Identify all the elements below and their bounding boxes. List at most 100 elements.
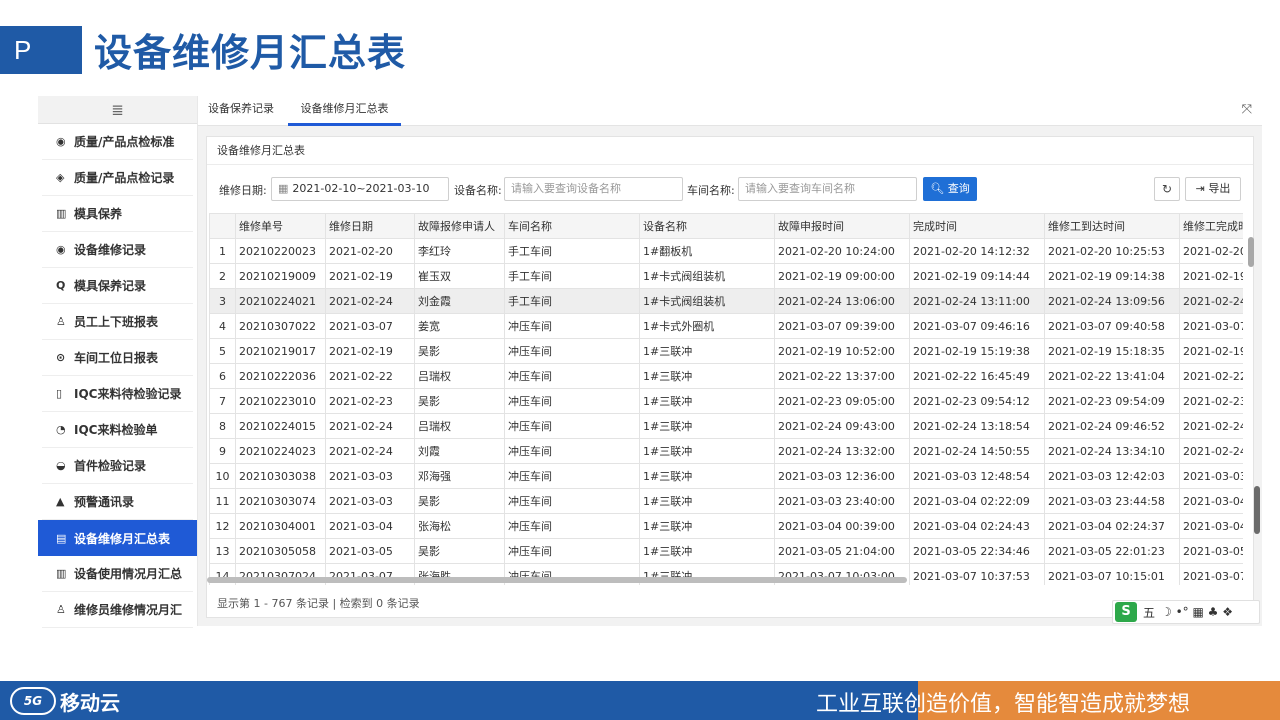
table-cell: 2021-02-24 (325, 288, 415, 314)
table-cell: 姜宽 (414, 313, 505, 339)
query-button[interactable]: 🔍︎ 查询 (923, 177, 977, 201)
table-row[interactable]: 7 20210223010 2021-02-23 吴影 冲压车间 1#三联冲 2021-02… (209, 388, 1243, 414)
column-header[interactable]: 车间名称 (504, 213, 640, 239)
table-vertical-scrollbar[interactable] (1247, 213, 1254, 585)
table-row[interactable]: 9 20210224023 2021-02-24 刘霞 冲压车间 1#三联冲 2021-02… (209, 438, 1243, 464)
sidebar-item[interactable]: Q 模具保养记录 (42, 268, 193, 304)
workshop-name-input[interactable]: 请输入要查询车间名称 (738, 177, 917, 201)
table-cell: 20210224023 (235, 438, 326, 464)
table-cell: 2021-02-24 13:32:00 (774, 438, 910, 464)
table-cell: 1#三联冲 (639, 388, 775, 414)
table-cell: 2021-02-19 15:19:38 (909, 338, 1045, 364)
table-row[interactable]: 8 20210224015 2021-02-24 吕瑞权 冲压车间 1#三联冲 2021-0… (209, 413, 1243, 439)
tab-equipment-maintenance-record[interactable]: 设备保养记录 (208, 96, 274, 126)
sidebar-item[interactable]: ▤ 设备维修月汇总表 (38, 520, 197, 556)
row-index-cell: 6 (209, 363, 236, 389)
card-title: 设备维修月汇总表 (207, 137, 1253, 165)
sidebar-item[interactable]: ▲ 预警通讯录 (42, 484, 193, 520)
ime-tool-icons[interactable]: ☽ •° ▦ ♣ ❖ (1161, 605, 1233, 619)
table-row[interactable]: 3 20210224021 2021-02-24 刘金霞 手工车间 1#卡式阀组装机 202… (209, 288, 1243, 314)
table-cell: 2021-02-24 (325, 438, 415, 464)
column-header[interactable]: 设备名称 (639, 213, 775, 239)
slide: P 设备维修月汇总表 ≣ ◉ 质量/产品点检标准 ◈ 质量/产品点检记录 ▥ 模具保养 ◉ 设… (0, 0, 1280, 720)
tab-equipment-repair-monthly-summary[interactable]: 设备维修月汇总表 (288, 96, 401, 126)
table-cell: 冲压车间 (504, 338, 640, 364)
fullscreen-icon[interactable]: ⤧ (1242, 102, 1252, 117)
refresh-button[interactable]: ↻ (1154, 177, 1180, 201)
column-header[interactable] (209, 213, 236, 239)
ime-mode-label[interactable]: 五 (1143, 604, 1155, 621)
repair-date-range-input[interactable]: ▦ 2021-02-10~2021-03-10 (271, 177, 449, 201)
table-cell: 2021-02-24 14:50:55 (909, 438, 1045, 464)
page-scrollbar-thumb[interactable] (1254, 486, 1260, 534)
sidebar-item[interactable]: ⊙ 车间工位日报表 (42, 340, 193, 376)
sidebar-item[interactable]: ♙ 员工上下班报表 (42, 304, 193, 340)
ime-toolbar[interactable]: S 五 ☽ •° ▦ ♣ ❖ (1112, 600, 1260, 624)
scroll-thumb[interactable] (1248, 237, 1254, 267)
table-row[interactable]: 12 20210304001 2021-03-04 张海松 冲压车间 1#三联冲 2021-… (209, 513, 1243, 539)
table-row[interactable]: 11 20210303074 2021-03-03 吴影 冲压车间 1#三联冲 2021-0… (209, 488, 1243, 514)
sidebar-item[interactable]: ♙ 维修员维修情况月汇 (42, 592, 193, 628)
menu-item-icon: ▥ (56, 567, 67, 580)
row-index-cell: 7 (209, 388, 236, 414)
table-cell: 20210307022 (235, 313, 326, 339)
table-row[interactable]: 4 20210307022 2021-03-07 姜宽 冲压车间 1#卡式外圈机 2021-… (209, 313, 1243, 339)
table-cell: 李红玲 (414, 238, 505, 264)
table-cell: 20210303038 (235, 463, 326, 489)
menu-item-icon: Q (56, 279, 66, 292)
table-cell: 2021-02-19 15:19:38 (1179, 338, 1243, 364)
menu-lines-icon: ≣ (111, 100, 124, 119)
sidebar-item[interactable]: ▥ 设备使用情况月汇总 (42, 556, 193, 592)
column-header[interactable]: 故障申报时间 (774, 213, 910, 239)
sidebar-item[interactable]: ◉ 质量/产品点检标准 (42, 124, 193, 160)
column-header[interactable]: 故障报修申请人 (414, 213, 505, 239)
device-name-input[interactable]: 请输入要查询设备名称 (504, 177, 683, 201)
menu-item-icon: ◉ (56, 135, 66, 148)
menu-item-icon: ♙ (56, 315, 66, 328)
table-cell: 吴影 (414, 388, 505, 414)
table-cell: 2021-02-19 10:52:00 (774, 338, 910, 364)
menu-toggle-button[interactable]: ≣ (38, 96, 197, 124)
table-cell: 2021-02-24 09:46:52 (1044, 413, 1180, 439)
menu-item-icon: ◔ (56, 423, 66, 436)
repair-date-label: 维修日期: (219, 184, 267, 197)
table-row[interactable]: 1 20210220023 2021-02-20 李红玲 手工车间 1#翻板机 2021-0… (209, 238, 1243, 264)
table-row[interactable]: 2 20210219009 2021-02-19 崔玉双 手工车间 1#卡式阀组装机 202… (209, 263, 1243, 289)
table-row[interactable]: 10 20210303038 2021-03-03 邓海强 冲压车间 1#三联冲 2021-… (209, 463, 1243, 489)
column-header[interactable]: 维修工完成时间 (1179, 213, 1243, 239)
table-row[interactable]: 6 20210222036 2021-02-22 吕瑞权 冲压车间 1#三联冲 2021-0… (209, 363, 1243, 389)
sidebar-item[interactable]: ◒ 首件检验记录 (42, 448, 193, 484)
repair-date-value: 2021-02-10~2021-03-10 (292, 182, 430, 195)
table-cell: 2021-03-05 22:34:46 (909, 538, 1045, 564)
table-cell: 张海松 (414, 513, 505, 539)
table-cell: 1#三联冲 (639, 538, 775, 564)
column-header[interactable]: 维修工到达时间 (1044, 213, 1180, 239)
column-header[interactable]: 维修日期 (325, 213, 415, 239)
sogou-logo-icon: S (1115, 602, 1137, 622)
table-cell: 1#翻板机 (639, 238, 775, 264)
table-cell: 2021-02-23 09:54:12 (909, 388, 1045, 414)
sidebar-item[interactable]: ◔ IQC来料检验单 (42, 412, 193, 448)
table-cell: 20210224015 (235, 413, 326, 439)
export-button[interactable]: ⇥ 导出 (1185, 177, 1241, 201)
table-cell: 2021-03-05 22:01:23 (1044, 538, 1180, 564)
table-row[interactable]: 13 20210305058 2021-03-05 吴影 冲压车间 1#三联冲 2021-0… (209, 538, 1243, 564)
sidebar-item[interactable]: ▥ 模具保养 (42, 196, 193, 232)
export-icon: ⇥ (1195, 182, 1205, 195)
sidebar-item[interactable]: ◉ 设备维修记录 (42, 232, 193, 268)
table-cell: 1#卡式外圈机 (639, 313, 775, 339)
table-cell: 20210303074 (235, 488, 326, 514)
table-cell: 2021-02-22 13:41:04 (1044, 363, 1180, 389)
column-header[interactable]: 完成时间 (909, 213, 1045, 239)
table-cell: 2021-03-04 02:22:09 (1179, 488, 1243, 514)
table-cell: 1#三联冲 (639, 463, 775, 489)
table-cell: 刘霞 (414, 438, 505, 464)
column-header[interactable]: 维修单号 (235, 213, 326, 239)
table-row[interactable]: 5 20210219017 2021-02-19 吴影 冲压车间 1#三联冲 2021-02… (209, 338, 1243, 364)
table-cell: 冲压车间 (504, 313, 640, 339)
table-horizontal-scrollbar[interactable] (207, 577, 907, 583)
sidebar-item[interactable]: ▯ IQC来料待检验记录 (42, 376, 193, 412)
table-container[interactable]: 维修单号 维修日期 故障报修申请人 车间名称 设备名称 故障申报时间 完成时间 维修工到达时间… (209, 213, 1243, 585)
sidebar-item[interactable]: ◈ 质量/产品点检记录 (42, 160, 193, 196)
row-index-cell: 1 (209, 238, 236, 264)
